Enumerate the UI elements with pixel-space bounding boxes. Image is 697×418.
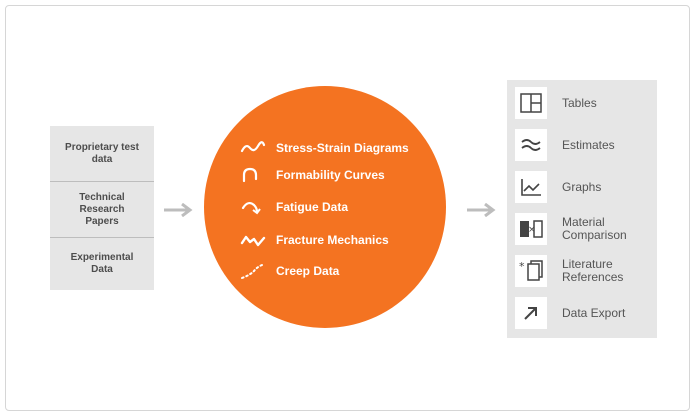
- output-graphs: Graphs: [562, 179, 602, 194]
- input-sources-panel: Proprietary test data Technical Research…: [50, 126, 154, 290]
- svg-text:*: *: [519, 260, 525, 273]
- arrow-right-icon: [467, 203, 496, 217]
- curve-icon: [240, 167, 266, 183]
- topic-label: Fracture Mechanics: [276, 233, 389, 247]
- output-tables: Tables: [562, 95, 597, 110]
- graph-icon: [515, 171, 547, 203]
- reference-icon: *: [515, 255, 547, 287]
- table-icon: [515, 87, 547, 119]
- topic-fatigue: Fatigue Data: [240, 197, 348, 217]
- topic-fracture: Fracture Mechanics: [240, 230, 389, 250]
- output-material-comparison: Material Comparison: [562, 215, 627, 242]
- topic-label: Stress-Strain Diagrams: [276, 141, 409, 155]
- comparison-icon: ×: [515, 213, 547, 245]
- arrow-right-icon: [164, 203, 193, 217]
- wave-icon: [240, 140, 266, 156]
- topic-stress-strain: Stress-Strain Diagrams: [240, 138, 409, 158]
- topic-label: Fatigue Data: [276, 200, 349, 214]
- export-arrow-icon: [515, 297, 547, 329]
- fracture-icon: [240, 232, 266, 248]
- output-estimates: Estimates: [562, 137, 615, 152]
- dotted-curve-icon: [240, 263, 266, 279]
- topic-formability: Formability Curves: [240, 165, 385, 185]
- input-label: Technical Research Papers: [79, 191, 125, 227]
- input-item: Experimental Data: [50, 237, 154, 290]
- input-item: Proprietary test data: [50, 126, 154, 181]
- topic-creep: Creep Data: [240, 261, 339, 281]
- input-label: Experimental Data: [70, 252, 134, 275]
- topic-label: Formability Curves: [276, 168, 385, 182]
- input-item: Technical Research Papers: [50, 181, 154, 237]
- input-label: Proprietary test data: [65, 141, 139, 165]
- output-literature-references: Literature References: [562, 257, 624, 284]
- approx-icon: [515, 129, 547, 161]
- svg-text:×: ×: [528, 225, 536, 235]
- fatigue-arrow-icon: [240, 199, 266, 215]
- topic-label: Creep Data: [276, 264, 340, 278]
- output-data-export: Data Export: [562, 305, 626, 320]
